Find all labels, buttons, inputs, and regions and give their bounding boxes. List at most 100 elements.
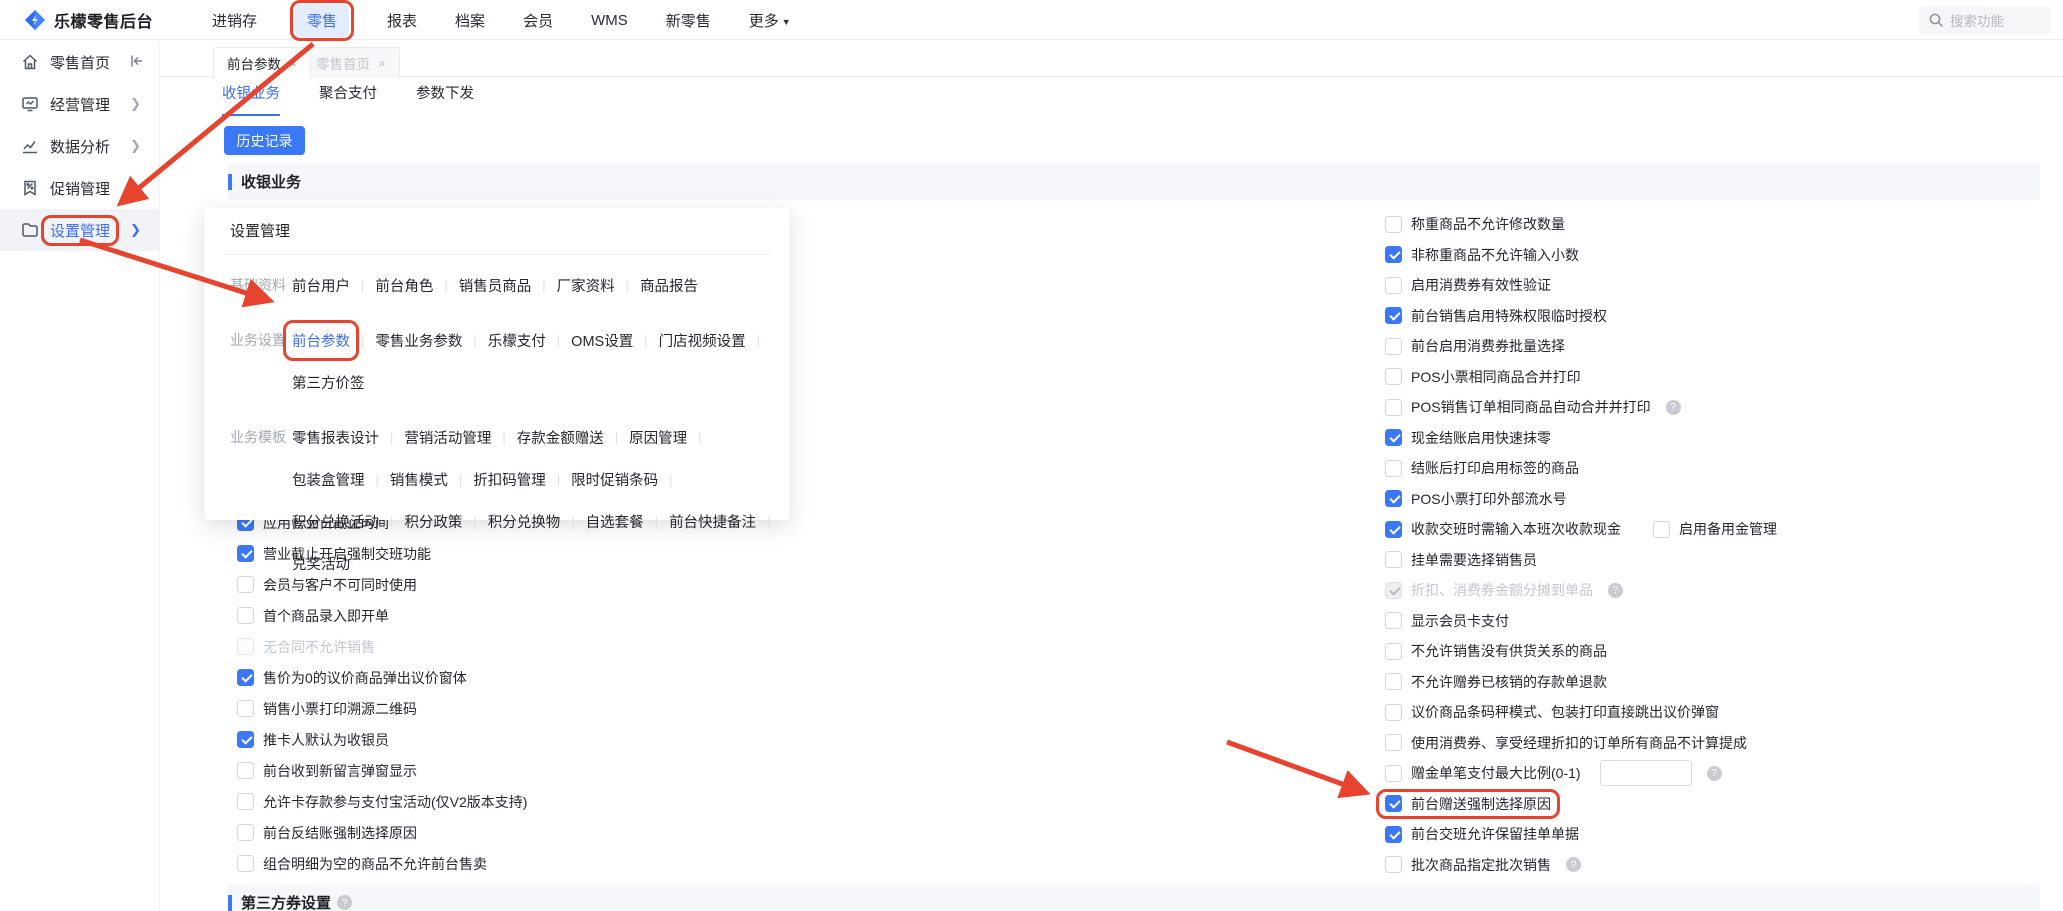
checkbox-group: 允许卡存款参与支付宝活动(仅V2版本支持) bbox=[237, 792, 527, 812]
checkbox[interactable] bbox=[1385, 276, 1402, 294]
search-input[interactable]: 搜索功能 bbox=[1919, 6, 2051, 34]
checkbox[interactable] bbox=[237, 607, 254, 624]
menu-item-自选套餐[interactable]: 自选套餐 bbox=[586, 506, 644, 537]
checkbox[interactable] bbox=[1385, 307, 1402, 325]
menu-item-门店视频设置[interactable]: 门店视频设置 bbox=[659, 325, 746, 356]
checkbox[interactable] bbox=[237, 793, 254, 810]
sidebar-item-零售首页[interactable]: 零售首页 bbox=[0, 41, 159, 83]
nav-item-新零售[interactable]: 新零售 bbox=[666, 10, 711, 31]
sidebar-item-经营管理[interactable]: 经营管理 ❯ bbox=[0, 83, 159, 125]
nav-item-档案[interactable]: 档案 bbox=[455, 10, 485, 31]
help-icon[interactable]: ? bbox=[1706, 765, 1722, 781]
checkbox[interactable] bbox=[1385, 398, 1402, 416]
menu-item-前台参数[interactable]: 前台参数 bbox=[283, 320, 359, 361]
checkbox-row: POS小票打印外部流水号 bbox=[1385, 484, 1777, 515]
nav-item-更多[interactable]: 更多 ▼ bbox=[749, 10, 791, 31]
checkbox[interactable] bbox=[1385, 337, 1402, 355]
checkbox[interactable] bbox=[1385, 734, 1402, 752]
checkbox[interactable] bbox=[237, 824, 254, 841]
menu-item-乐檬支付[interactable]: 乐檬支付 bbox=[488, 325, 546, 356]
help-icon[interactable]: ? bbox=[1608, 582, 1623, 598]
nav-item-零售[interactable]: 零售 bbox=[290, 0, 355, 41]
menu-item-限时促销条码[interactable]: 限时促销条码 bbox=[571, 464, 658, 495]
menu-row: 包装盒管理 | 销售模式 | 折扣码管理 | 限时促销条码 | bbox=[292, 464, 781, 495]
nav-item-进销存[interactable]: 进销存 bbox=[212, 10, 257, 31]
checkbox[interactable] bbox=[1385, 703, 1402, 721]
checkbox[interactable] bbox=[1385, 551, 1402, 569]
tab-零售首页[interactable]: 零售首页 × bbox=[302, 47, 400, 78]
checkbox[interactable] bbox=[1385, 795, 1402, 813]
tab-参数下发[interactable]: 参数下发 bbox=[416, 82, 474, 116]
tab-收银业务[interactable]: 收银业务 bbox=[222, 82, 280, 116]
close-icon[interactable]: × bbox=[378, 56, 386, 71]
checkbox[interactable] bbox=[1385, 856, 1402, 874]
nav-item-会员[interactable]: 会员 bbox=[523, 10, 553, 31]
checkbox[interactable] bbox=[1385, 520, 1402, 538]
checkbox-row: 销售小票打印溯源二维码 bbox=[237, 693, 527, 724]
sidebar-item-数据分析[interactable]: 数据分析 ❯ bbox=[0, 125, 159, 167]
menu-item-前台快捷备注[interactable]: 前台快捷备注 bbox=[669, 506, 756, 537]
menu-item-销售模式[interactable]: 销售模式 bbox=[390, 464, 448, 495]
nav-item-WMS[interactable]: WMS bbox=[591, 12, 628, 29]
menu-item-零售报表设计[interactable]: 零售报表设计 bbox=[292, 422, 379, 453]
menu-item-积分兑换活动[interactable]: 积分兑换活动 bbox=[292, 506, 379, 537]
checkbox[interactable] bbox=[237, 731, 254, 748]
checkbox[interactable] bbox=[1385, 764, 1402, 782]
help-icon[interactable]: ? bbox=[1566, 857, 1581, 873]
menu-item-原因管理[interactable]: 原因管理 bbox=[629, 422, 687, 453]
checkbox[interactable] bbox=[1385, 825, 1402, 843]
checkbox[interactable] bbox=[1385, 642, 1402, 660]
menu-row: 零售报表设计 | 营销活动管理 | 存款金额赠送 | 原因管理 | bbox=[292, 422, 781, 453]
checkbox[interactable] bbox=[237, 669, 254, 686]
help-icon[interactable]: ? bbox=[337, 895, 353, 910]
ratio-input[interactable] bbox=[1599, 760, 1692, 787]
menu-item-厂家资料[interactable]: 厂家资料 bbox=[557, 270, 615, 301]
checkbox[interactable] bbox=[1385, 246, 1402, 264]
menu-item-积分兑换物[interactable]: 积分兑换物 bbox=[488, 506, 561, 537]
logo-icon bbox=[25, 10, 45, 30]
sidebar-item-促销管理[interactable]: 促销管理 ❯ bbox=[0, 167, 159, 209]
menu-item-积分政策[interactable]: 积分政策 bbox=[404, 506, 462, 537]
menu-row: 前台用户 | 前台角色 | 销售员商品 | 厂家资料 | 商品报告 bbox=[292, 270, 698, 301]
checkbox-row: 结账后打印启用标签的商品 bbox=[1385, 453, 1777, 484]
menu-item-第三方价签[interactable]: 第三方价签 bbox=[292, 367, 365, 398]
sidebar-item-label: 设置管理 bbox=[40, 214, 120, 246]
help-icon[interactable]: ? bbox=[1665, 399, 1681, 415]
menu-item-零售业务参数[interactable]: 零售业务参数 bbox=[375, 325, 462, 356]
menu-item-OMS设置[interactable]: OMS设置 bbox=[571, 325, 633, 356]
checkbox-label: 首个商品录入即开单 bbox=[263, 607, 389, 624]
menu-item-前台用户[interactable]: 前台用户 bbox=[292, 270, 350, 301]
tab-前台参数[interactable]: 前台参数 × bbox=[213, 47, 311, 78]
checkbox-group: 不允许销售没有供货关系的商品 bbox=[1385, 641, 1607, 661]
collapse-sidebar-icon[interactable] bbox=[129, 53, 145, 74]
checkbox-row: 组合明细为空的商品不允许前台售卖 bbox=[237, 848, 527, 879]
checkbox-group: 前台收到新留言弹窗显示 bbox=[237, 761, 417, 781]
checkbox-row: 前台启用消费券批量选择 bbox=[1385, 331, 1777, 362]
history-button[interactable]: 历史记录 bbox=[224, 126, 305, 155]
sidebar-item-设置管理[interactable]: 设置管理 ❯ bbox=[0, 209, 159, 251]
checkbox[interactable] bbox=[1385, 673, 1402, 691]
menu-item-销售员商品[interactable]: 销售员商品 bbox=[459, 270, 532, 301]
checkbox[interactable] bbox=[1385, 490, 1402, 508]
checkbox[interactable] bbox=[1385, 612, 1402, 630]
menu-item-前台角色[interactable]: 前台角色 bbox=[375, 270, 433, 301]
menu-item-折扣码管理[interactable]: 折扣码管理 bbox=[473, 464, 546, 495]
checkbox[interactable] bbox=[1385, 429, 1402, 447]
checkbox[interactable] bbox=[1385, 459, 1402, 477]
nav-item-报表[interactable]: 报表 bbox=[387, 10, 417, 31]
checkbox[interactable] bbox=[237, 855, 254, 872]
checkbox[interactable] bbox=[237, 762, 254, 779]
checkbox[interactable] bbox=[237, 700, 254, 717]
menu-item-商品报告[interactable]: 商品报告 bbox=[640, 270, 698, 301]
menu-item-包装盒管理[interactable]: 包装盒管理 bbox=[292, 464, 365, 495]
checkbox[interactable] bbox=[1653, 520, 1670, 538]
menu-item-存款金额赠送[interactable]: 存款金额赠送 bbox=[517, 422, 604, 453]
close-icon[interactable]: × bbox=[289, 56, 297, 71]
checkbox[interactable] bbox=[1385, 215, 1402, 233]
folder-icon bbox=[21, 221, 39, 239]
checkbox-row: 售价为0的议价商品弹出议价窗体 bbox=[237, 662, 527, 693]
menu-item-兑奖活动[interactable]: 兑奖活动 bbox=[292, 548, 350, 579]
menu-item-营销活动管理[interactable]: 营销活动管理 bbox=[404, 422, 491, 453]
tab-聚合支付[interactable]: 聚合支付 bbox=[319, 82, 377, 116]
checkbox[interactable] bbox=[1385, 368, 1402, 386]
